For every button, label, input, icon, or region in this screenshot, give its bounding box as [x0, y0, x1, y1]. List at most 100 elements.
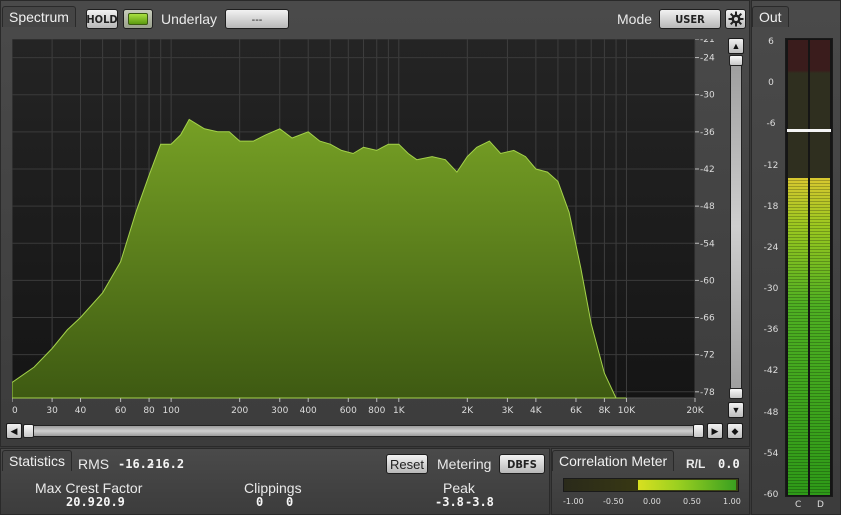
x-tick-label: 4K [530, 406, 543, 416]
arrow-up-icon: ▲ [731, 41, 741, 51]
x-tick-label: 400 [300, 406, 317, 416]
scroll-left-button[interactable]: ◀ [6, 423, 22, 439]
clippings-left-value: 0 [256, 495, 264, 509]
output-tick-label: -30 [763, 284, 779, 295]
spectrum-tab[interactable]: Spectrum [2, 6, 76, 27]
meter-unlit-segment [810, 40, 830, 178]
clippings-label: Clippings [244, 480, 302, 496]
x-tick-label: 80 [143, 406, 155, 416]
gear-icon [728, 11, 743, 27]
rms-right-value: -16.2 [148, 457, 185, 471]
vertical-scroll-thumb-top[interactable] [729, 55, 743, 66]
scroll-right-button[interactable]: ▶ [707, 423, 723, 439]
x-tick-label: 600 [340, 406, 357, 416]
peak-left-value: -3.8 [435, 495, 464, 509]
mode-select[interactable]: USER [659, 9, 721, 29]
vertical-scroll-track[interactable] [730, 55, 742, 398]
correlation-value: 0.0 [718, 457, 740, 471]
output-tick-label: -48 [763, 407, 779, 418]
x-tick-label: 3K [502, 406, 515, 416]
peak-right-value: -3.8 [465, 495, 494, 509]
reset-button[interactable]: Reset [386, 454, 428, 474]
correlation-tick-label: -1.00 [563, 497, 584, 506]
y-tick-label: -72 [700, 351, 715, 361]
y-tick-label: -66 [700, 314, 715, 324]
correlation-tick-label: 0.00 [643, 497, 661, 506]
y-tick-label: -21 [700, 39, 715, 45]
output-tick-label: -18 [763, 201, 779, 212]
output-tick-label: -42 [763, 366, 779, 377]
x-tick-label: 300 [271, 406, 288, 416]
mode-label: Mode [617, 11, 653, 27]
y-tick-label: -36 [700, 128, 715, 138]
horizontal-scroll-thumb-left[interactable] [23, 424, 34, 438]
output-tick-label: -54 [763, 448, 779, 459]
horizontal-scroll-track[interactable] [23, 425, 704, 437]
horizontal-scroll-thumb-right[interactable] [693, 424, 704, 438]
hold-led [128, 13, 148, 25]
y-tick-label: -48 [700, 202, 715, 212]
arrow-right-icon: ▶ [711, 425, 719, 436]
x-tick-label: 2K [462, 406, 475, 416]
y-tick-label: -24 [700, 54, 715, 64]
metering-select[interactable]: DBFS [499, 454, 545, 474]
x-tick-label: 8K [599, 406, 612, 416]
output-channel-left [788, 40, 808, 495]
correlation-tick-label: 1.00 [723, 497, 741, 506]
x-tick-label: 200 [231, 406, 248, 416]
statistics-tab[interactable]: Statistics [2, 450, 73, 471]
correlation-tick-label: -0.50 [603, 497, 624, 506]
x-tick-label: 20 [12, 406, 18, 416]
rms-label: RMS [78, 456, 110, 472]
x-tick-label: 30 [46, 406, 58, 416]
output-tick-label: -24 [763, 242, 779, 253]
output-channel-right [810, 40, 830, 495]
underlay-label: Underlay [161, 11, 218, 27]
x-tick-label: 20K [686, 406, 704, 416]
hold-indicator-button[interactable] [123, 9, 153, 29]
x-tick-label: 1K [393, 406, 406, 416]
x-tick-label: 800 [368, 406, 385, 416]
x-axis: 20 30 40 60 80 100 200 300 400 600 800 1K 2K 3K 4K 6K 8K… [12, 398, 705, 416]
correlation-tab[interactable]: Correlation Meter [552, 450, 675, 471]
output-tick-label: -60 [763, 490, 779, 500]
arrow-down-icon: ▼ [731, 405, 741, 415]
y-tick-label: -54 [700, 239, 715, 249]
output-channel-left-label: C [795, 500, 802, 510]
scroll-down-button[interactable]: ▼ [728, 402, 744, 418]
output-tick-label: 6 [768, 37, 774, 47]
y-tick-label: -60 [700, 276, 715, 286]
hold-button[interactable]: HOLD [86, 9, 118, 29]
correlation-fill [638, 480, 736, 490]
crest-left-value: 20.9 [66, 495, 95, 509]
correlation-tick-label: 0.50 [683, 497, 701, 506]
output-channel-right-label: D [817, 500, 824, 510]
y-tick-label: -42 [700, 165, 715, 175]
diamond-icon: ◆ [731, 425, 739, 436]
scroll-up-button[interactable]: ▲ [728, 38, 744, 54]
zoom-reset-button[interactable]: ◆ [727, 423, 743, 439]
arrow-left-icon: ◀ [10, 425, 18, 436]
clippings-right-value: 0 [286, 495, 294, 509]
correlation-bar [563, 478, 739, 492]
y-tick-label: -30 [700, 91, 715, 101]
output-peak-hold [787, 128, 831, 132]
output-tick-label: -12 [763, 160, 779, 171]
crest-right-value: 20.9 [96, 495, 125, 509]
output-tab[interactable]: Out [752, 6, 789, 27]
y-axis: -21 -24 -30 -36 -42 -48 -54 -60 -66 -72 -78 [695, 39, 715, 398]
y-tick-label: -78 [700, 388, 715, 398]
output-tick-label: -36 [763, 325, 779, 336]
spectrum-plot: -21 -24 -30 -36 -42 -48 -54 -60 -66 -72 -78 20 30 40… [12, 39, 715, 416]
output-tick-label: 0 [768, 78, 774, 89]
underlay-select[interactable]: --- [225, 9, 289, 29]
crest-label: Max Crest Factor [35, 480, 143, 496]
x-tick-label: 10K [618, 406, 636, 416]
peak-label: Peak [443, 480, 475, 496]
output-tick-label: -6 [766, 119, 776, 130]
settings-button[interactable] [725, 9, 746, 29]
meter-lit-segment [810, 177, 830, 495]
vertical-scroll-thumb-bottom[interactable] [729, 388, 743, 399]
meter-unlit-segment [788, 40, 808, 178]
output-meter [785, 38, 833, 497]
